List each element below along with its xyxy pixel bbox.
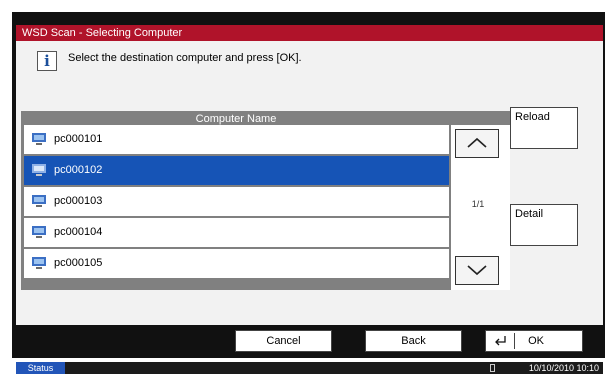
- computer-name: pc000104: [54, 226, 103, 238]
- computer-list: Computer Name pc000101 pc000102 pc000103…: [21, 111, 510, 290]
- computer-icon: [32, 257, 46, 269]
- computer-name: pc000103: [54, 195, 103, 207]
- status-button[interactable]: Status: [16, 362, 65, 374]
- computer-row-selected[interactable]: pc000102: [24, 156, 449, 185]
- main-panel: i Select the destination computer and pr…: [16, 41, 603, 352]
- ok-button-label: OK: [528, 335, 545, 347]
- ok-button-divider: [514, 333, 516, 350]
- computer-name: pc000101: [54, 133, 103, 145]
- cancel-button[interactable]: Cancel: [235, 330, 332, 352]
- chevron-down-icon: [467, 265, 487, 276]
- page-indicator: 1/1: [471, 199, 485, 209]
- detail-button[interactable]: Detail: [510, 204, 578, 246]
- computer-icon: [32, 226, 46, 238]
- scroll-up-button[interactable]: [455, 129, 499, 158]
- window-title: WSD Scan - Selecting Computer: [16, 25, 603, 41]
- chevron-up-icon: [467, 137, 487, 148]
- scroll-column: 1/1: [451, 125, 510, 290]
- computer-icon: [32, 195, 46, 207]
- scroll-down-button[interactable]: [455, 256, 499, 285]
- memory-card-icon: [490, 364, 495, 372]
- back-button[interactable]: Back: [365, 330, 462, 352]
- status-bar: Status 10/10/2010 10:10: [16, 362, 603, 374]
- computer-row[interactable]: pc000104: [24, 218, 449, 247]
- reload-button[interactable]: Reload: [510, 107, 578, 149]
- computer-name: pc000105: [54, 257, 103, 269]
- computer-icon: [32, 133, 46, 145]
- status-datetime: 10/10/2010 10:10: [528, 363, 599, 373]
- info-icon: i: [37, 51, 57, 71]
- computer-row[interactable]: pc000103: [24, 187, 449, 216]
- computer-icon: [32, 164, 46, 176]
- computer-row[interactable]: pc000105: [24, 249, 449, 278]
- ok-button[interactable]: OK: [485, 330, 583, 352]
- instruction-message: Select the destination computer and pres…: [68, 52, 302, 64]
- computer-name: pc000102: [54, 164, 103, 176]
- computer-row[interactable]: pc000101: [24, 125, 449, 154]
- enter-icon: [495, 336, 506, 346]
